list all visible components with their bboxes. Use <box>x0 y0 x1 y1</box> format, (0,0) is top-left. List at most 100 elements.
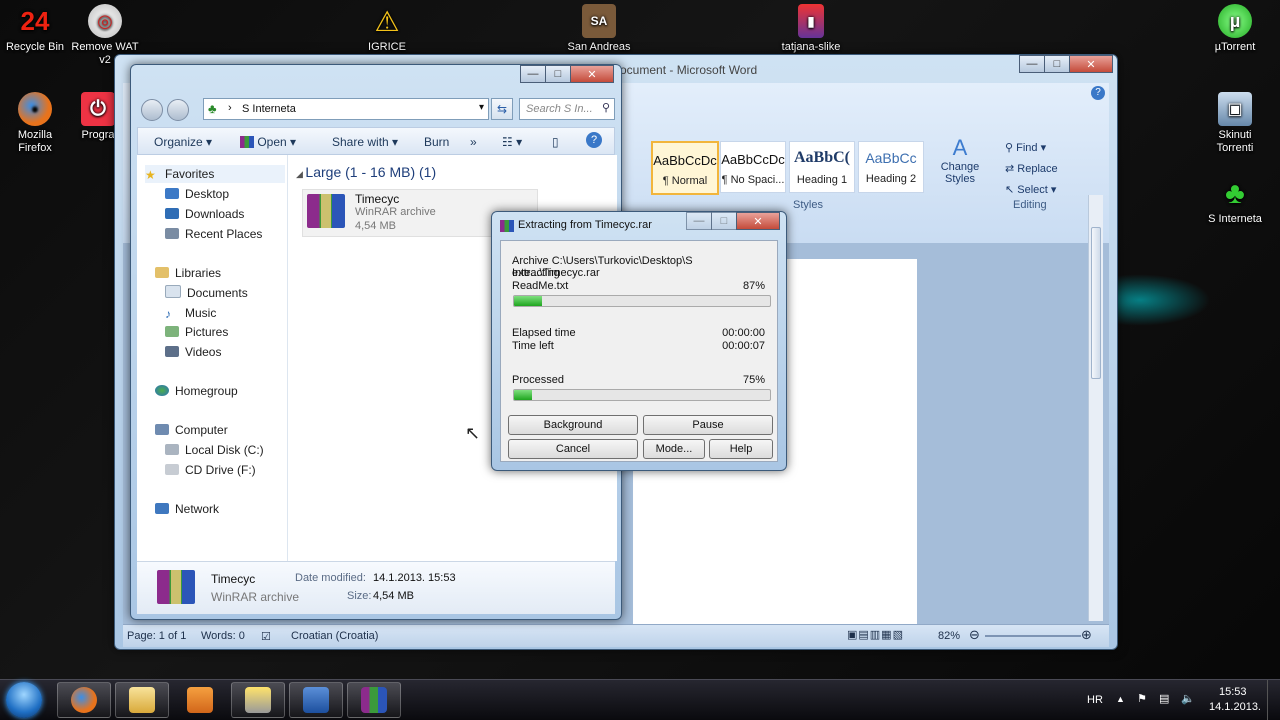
dialog-title: Extracting from Timecyc.rar <box>518 219 652 231</box>
refresh-button[interactable]: ⇆ <box>491 98 513 120</box>
winrar-dialog[interactable]: Extracting from Timecyc.rar — □ ✕ Archiv… <box>491 211 787 471</box>
dialog-maximize-button[interactable]: □ <box>711 212 737 230</box>
desktop-icon-skinuti-torrenti[interactable]: ▣ Skinuti Torrenti <box>1195 92 1275 155</box>
nav-music[interactable]: ♪ Music <box>165 304 216 322</box>
nav-recent-places[interactable]: Recent Places <box>165 225 262 243</box>
nav-downloads[interactable]: Downloads <box>165 205 244 223</box>
open-button[interactable]: Open ▾ <box>240 135 296 149</box>
desktop-icon-san-andreas[interactable]: SA San Andreas <box>559 4 639 54</box>
search-icon[interactable]: ⚲ <box>602 101 610 114</box>
style-normal[interactable]: AaBbCcDc ¶ Normal <box>651 141 719 195</box>
view-options-icon[interactable]: ☷ ▾ <box>502 135 522 149</box>
word-minimize-button[interactable]: — <box>1019 55 1045 73</box>
search-placeholder: Search S In... <box>526 103 593 115</box>
forward-button[interactable] <box>167 99 189 121</box>
nav-label: Documents <box>187 286 248 300</box>
pause-button[interactable]: Pause <box>643 415 773 435</box>
taskbar-winrar[interactable] <box>347 682 401 718</box>
taskbar-firefox[interactable] <box>57 682 111 718</box>
hard-drive-icon <box>165 444 179 455</box>
clock-time[interactable]: 15:53 <box>1219 686 1247 698</box>
zoom-slider[interactable] <box>985 635 1081 637</box>
back-button[interactable] <box>141 99 163 121</box>
desktop-icon-tatjana-slike[interactable]: ▮ tatjana-slike <box>771 4 851 54</box>
language-indicator[interactable]: HR <box>1087 694 1103 706</box>
select-button[interactable]: ↖ Select ▾ <box>1005 183 1056 196</box>
language-indicator[interactable]: Croatian (Croatia) <box>291 630 378 642</box>
dialog-close-button[interactable]: ✕ <box>736 212 780 230</box>
address-bar[interactable]: ♣ › S Interneta ▾ <box>203 98 489 120</box>
help-button[interactable]: Help <box>709 439 773 459</box>
share-label: Share with <box>332 135 389 149</box>
style-no-spacing[interactable]: AaBbCcDc ¶ No Spaci... <box>720 141 786 193</box>
desktop-icon-s-interneta[interactable]: ♣ S Interneta <box>1195 176 1275 226</box>
page-count[interactable]: Page: 1 of 1 <box>127 630 186 642</box>
style-heading-1[interactable]: AaBbC( Heading 1 <box>789 141 855 193</box>
start-button[interactable] <box>6 682 42 718</box>
show-desktop-button[interactable] <box>1267 680 1280 720</box>
nav-pictures[interactable]: Pictures <box>165 323 228 341</box>
explorer-close-button[interactable]: ✕ <box>570 65 614 83</box>
mode-button[interactable]: Mode... <box>643 439 705 459</box>
proofing-icon[interactable]: ☑ <box>261 630 271 643</box>
desktop-icon-firefox[interactable]: ● Mozilla Firefox <box>0 92 75 155</box>
nav-favorites[interactable]: ★ Favorites <box>145 165 285 183</box>
explorer-minimize-button[interactable]: — <box>520 65 546 83</box>
help-icon[interactable]: ? <box>1091 86 1105 100</box>
nav-local-disk[interactable]: Local Disk (C:) <box>165 441 264 459</box>
media-player-icon <box>187 687 213 713</box>
vertical-scrollbar[interactable] <box>1088 195 1103 621</box>
organize-button[interactable]: Organize ▾ <box>154 135 212 149</box>
search-input[interactable]: Search S In... ⚲ <box>519 98 615 120</box>
volume-icon[interactable]: 🔈 <box>1181 692 1195 705</box>
nav-homegroup[interactable]: Homegroup <box>155 382 238 400</box>
nav-cd-drive[interactable]: CD Drive (F:) <box>165 461 256 479</box>
nav-network[interactable]: Network <box>155 500 219 518</box>
replace-button[interactable]: ⇄ Replace <box>1005 162 1058 175</box>
preview-pane-icon[interactable]: ▯ <box>552 135 559 149</box>
network-icon[interactable]: ▤ <box>1159 692 1169 705</box>
show-hidden-icons[interactable]: ▲ <box>1116 694 1125 704</box>
style-heading-2[interactable]: AaBbCc Heading 2 <box>858 141 924 193</box>
taskbar-media-player[interactable] <box>173 682 227 718</box>
more-tools-button[interactable]: » <box>470 135 477 149</box>
explorer-maximize-button[interactable]: □ <box>545 65 571 83</box>
nav-label: Network <box>175 502 220 516</box>
file-type: WinRAR archive <box>355 206 436 218</box>
background-button[interactable]: Background <box>508 415 638 435</box>
nav-documents[interactable]: Documents <box>165 284 248 302</box>
nav-computer[interactable]: Computer <box>155 421 228 439</box>
find-button[interactable]: ⚲ Find ▾ <box>1005 141 1046 154</box>
zoom-level[interactable]: 82% <box>938 630 960 642</box>
action-center-icon[interactable]: ⚑ <box>1137 692 1147 705</box>
word-close-button[interactable]: ✕ <box>1069 55 1113 73</box>
cancel-button[interactable]: Cancel <box>508 439 638 459</box>
group-header[interactable]: ◢ Large (1 - 16 MB) (1) <box>296 164 436 180</box>
desktop-icon-utorrent[interactable]: µ µTorrent <box>1195 4 1275 54</box>
zoom-in-icon[interactable]: ⊕ <box>1081 627 1092 643</box>
word-maximize-button[interactable]: □ <box>1044 55 1070 73</box>
share-with-button[interactable]: Share with ▾ <box>332 135 398 149</box>
desktop-icon-igrice[interactable]: ⚠ IGRICE <box>347 4 427 54</box>
nav-desktop[interactable]: Desktop <box>165 185 229 203</box>
view-buttons[interactable]: ▣▤▥▦▧ <box>847 628 904 641</box>
clock-date[interactable]: 14.1.2013. <box>1209 701 1261 713</box>
nav-libraries[interactable]: Libraries <box>155 264 221 282</box>
zoom-out-icon[interactable]: ⊖ <box>969 627 980 643</box>
change-styles-button[interactable]: A Change Styles <box>937 135 983 185</box>
dialog-minimize-button[interactable]: — <box>686 212 712 230</box>
scrollbar-thumb[interactable] <box>1091 227 1101 379</box>
taskbar-explorer[interactable] <box>115 682 169 718</box>
burn-button[interactable]: Burn <box>424 135 449 149</box>
collapse-icon[interactable]: ◢ <box>296 169 305 179</box>
address-dropdown-icon[interactable]: ▾ <box>479 102 484 113</box>
nav-videos[interactable]: Videos <box>165 343 221 361</box>
word-count[interactable]: Words: 0 <box>201 630 245 642</box>
taskbar-app[interactable] <box>231 682 285 718</box>
details-size-label: Size: <box>347 590 372 602</box>
taskbar-word[interactable] <box>289 682 343 718</box>
action-label: extracting <box>512 267 560 279</box>
file-name: Timecyc <box>355 192 400 206</box>
help-icon[interactable]: ? <box>586 132 602 148</box>
desktop-icon-recycle-bin[interactable]: 24 Recycle Bin <box>0 4 75 54</box>
